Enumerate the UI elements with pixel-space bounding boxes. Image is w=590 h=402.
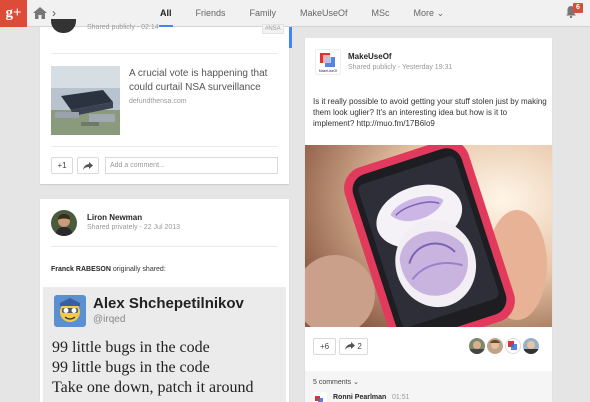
tab-msc[interactable]: MSc [372, 0, 390, 27]
article-headline[interactable]: A crucial vote is happening that could c… [129, 67, 279, 95]
post-visibility[interactable]: Shared privately [87, 224, 138, 231]
author-name[interactable]: MakeUseOf [348, 52, 392, 61]
commenter-name[interactable]: Ronni Pearlman [333, 394, 386, 401]
divider [51, 146, 278, 147]
comment-time[interactable]: 01:51 [392, 394, 410, 401]
share-icon [345, 342, 356, 350]
user-avatar[interactable] [505, 338, 521, 354]
post-photo[interactable] [305, 145, 552, 327]
post-meta: Shared publicly - 02:14 [87, 24, 159, 31]
phone-sticker-photo [305, 145, 552, 327]
tweet-avatar [54, 295, 86, 327]
article-domain[interactable]: defundthensa.com [129, 98, 187, 105]
notification-count-badge[interactable]: 6 [573, 3, 583, 13]
avatar-photo [51, 210, 77, 236]
nsa-building-image [51, 66, 120, 135]
reshare-suffix: originally shared: [110, 266, 166, 273]
divider [51, 53, 278, 54]
comments-count-label: 5 comments [313, 379, 352, 386]
share-button[interactable]: 2 [339, 338, 368, 355]
tweet-text-line: Take one down, patch it around [52, 379, 254, 396]
stream-tabs: All Friends Family MakeUseOf MSc More ⌄ [159, 0, 468, 27]
author-avatar[interactable]: MakeUseOf [315, 49, 341, 75]
hashtag-badge[interactable]: #NSA [262, 24, 284, 34]
divider [51, 246, 278, 247]
home-icon[interactable] [33, 7, 47, 19]
tab-makeuseof[interactable]: MakeUseOf [300, 0, 348, 27]
post-meta: Shared publicly - Yesterday 19:31 [348, 64, 453, 71]
post-time[interactable]: 22 Jul 2013 [144, 224, 180, 231]
author-name[interactable]: Liron Newman [87, 213, 142, 222]
plus-one-button[interactable]: +1 [51, 157, 73, 174]
share-button[interactable] [77, 157, 99, 174]
chevron-down-icon: ⌄ [353, 379, 359, 386]
user-avatar[interactable] [487, 338, 503, 354]
tab-all[interactable]: All [159, 0, 173, 27]
share-icon [83, 162, 93, 170]
article-thumbnail[interactable] [51, 66, 120, 135]
commenter-avatar[interactable] [313, 392, 327, 402]
post-card-makeuseof: MakeUseOf MakeUseOf Shared publicly - Ye… [305, 38, 552, 402]
post-visibility[interactable]: Shared publicly [348, 64, 396, 71]
makeuseof-logo: MakeUseOf [319, 53, 338, 73]
comments-section: 5 comments ⌄ Ronni Pearlman 01:51 [305, 371, 552, 402]
makeuseof-logo-text: MakeUseOf [319, 69, 338, 73]
post-card-nsa: Shared publicly - 02:14 #NSA A crucial v… [40, 19, 289, 184]
comments-toggle[interactable]: 5 comments ⌄ [313, 378, 359, 386]
tab-family[interactable]: Family [250, 0, 277, 27]
cartoon-avatar-image [54, 295, 86, 327]
user-avatar[interactable] [523, 338, 539, 354]
tweet-text-line: 99 little bugs in the code [52, 359, 210, 376]
author-avatar[interactable] [51, 210, 77, 236]
reshare-attribution: Franck RABESON originally shared: [51, 266, 166, 273]
tweet-author-handle: @irqed [93, 314, 126, 325]
plus-one-avatars [469, 338, 539, 354]
share-count: 2 [357, 342, 362, 351]
post-time[interactable]: Yesterday 19:31 [402, 64, 452, 71]
original-sharer-name[interactable]: Franck RABESON [51, 266, 111, 273]
user-avatar[interactable] [469, 338, 485, 354]
post-meta: Shared privately - 22 Jul 2013 [87, 224, 181, 231]
post-body-text: Is it really possible to avoid getting y… [313, 97, 547, 128]
post-card-reshare: Liron Newman Shared privately - 22 Jul 2… [40, 199, 289, 402]
author-avatar[interactable] [51, 19, 76, 33]
breadcrumb-chevron-icon[interactable]: › [52, 6, 56, 20]
shared-image[interactable]: Alex Shchepetilnikov @irqed 99 little bu… [43, 287, 286, 402]
tweet-author-name: Alex Shchepetilnikov [93, 295, 244, 312]
chevron-down-icon: ⌄ [436, 8, 445, 18]
add-comment-input[interactable]: Add a comment... [105, 157, 278, 174]
google-plus-logo[interactable]: g+ [0, 0, 27, 27]
tab-more-label: More [413, 8, 435, 18]
post-time[interactable]: 02:14 [141, 24, 159, 31]
tab-friends[interactable]: Friends [196, 0, 226, 27]
top-bar: g+ › All Friends Family MakeUseOf MSc Mo… [0, 0, 590, 27]
post-visibility[interactable]: Shared publicly [87, 24, 135, 31]
plus-one-button[interactable]: +6 [313, 338, 336, 355]
tweet-text-line: 99 little bugs in the code [52, 339, 210, 356]
column-scroll-indicator [289, 27, 292, 48]
tab-more[interactable]: More ⌄ [414, 0, 445, 27]
